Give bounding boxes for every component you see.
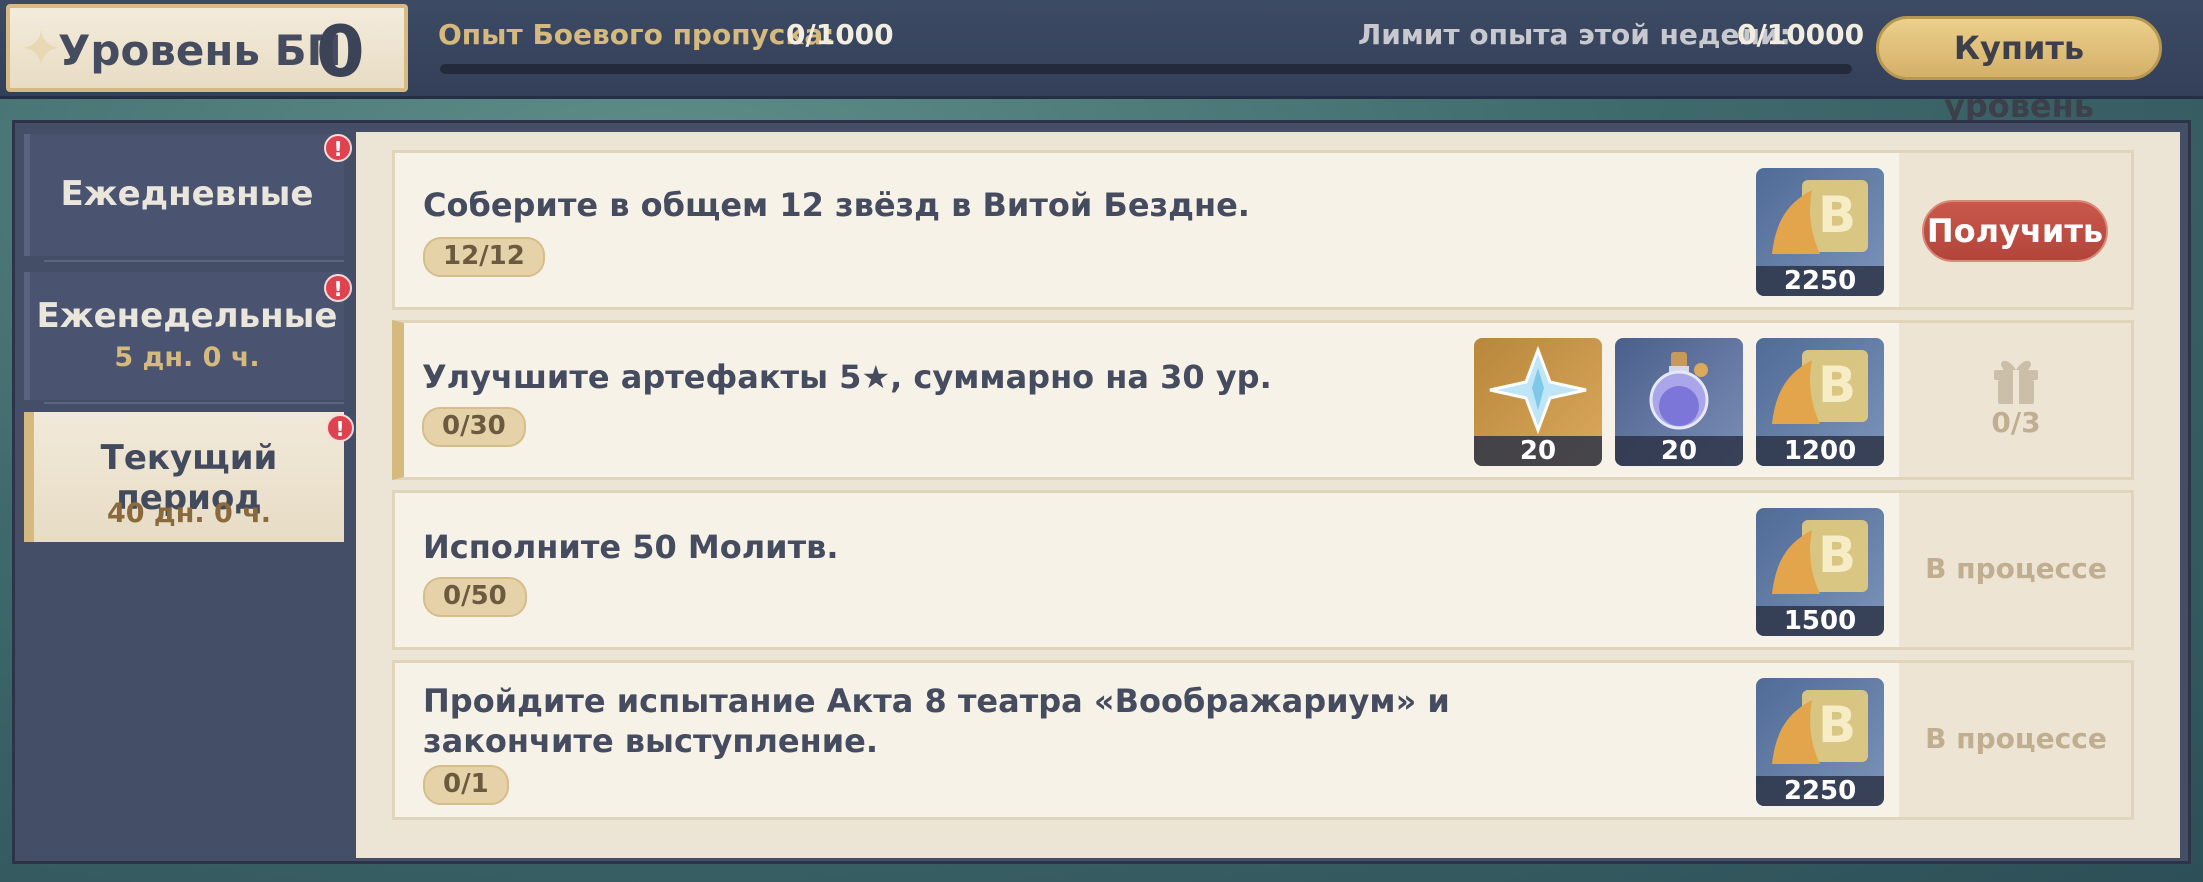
bp-level-value: 0 <box>316 11 365 93</box>
claim-button[interactable]: Получить <box>1922 200 2108 262</box>
primogem-icon[interactable]: 20 <box>1474 338 1602 466</box>
weekly-limit-label: Лимит опыта этой недели: <box>1358 18 1791 51</box>
quest-status: В процессе <box>1925 552 2107 585</box>
tab-current-period[interactable]: Текущий период 40 дн. 0 ч. <box>24 412 344 542</box>
current-period-alert-icon: ! <box>326 414 354 442</box>
quest-description: Соберите в общем 12 звёзд в Витой Бездне… <box>423 186 1250 224</box>
tab-weekly-timer: 5 дн. 0 ч. <box>114 342 260 373</box>
daily-alert-icon: ! <box>324 134 352 162</box>
quest-progress-badge: 12/12 <box>423 237 545 277</box>
reward-count: 20 <box>1615 436 1743 466</box>
reward-count: 2250 <box>1756 266 1884 296</box>
quest-status: В процессе <box>1925 722 2107 755</box>
tab-current-timer: 40 дн. 0 ч. <box>106 498 272 529</box>
weekly-alert-icon: ! <box>324 274 352 302</box>
bp-exp-icon-art: B <box>1772 180 1868 254</box>
svg-text:B: B <box>1818 186 1856 244</box>
quest-progress-badge: 0/50 <box>423 577 527 617</box>
reward-count: 1200 <box>1756 436 1884 466</box>
primogem-icon-art <box>1489 345 1587 435</box>
bp-exp-value: 0/1000 <box>786 18 894 51</box>
svg-text:B: B <box>1818 526 1856 584</box>
tab-divider <box>44 402 344 404</box>
gift-box-icon <box>1986 350 2046 406</box>
tab-divider <box>44 260 344 262</box>
weekly-limit-value: 0/10000 <box>1737 18 1865 51</box>
svg-text:B: B <box>1818 696 1856 754</box>
bp-exp-icon-art: B <box>1772 350 1868 424</box>
tab-weekly-title: Еженедельные <box>36 296 338 336</box>
svg-text:B: B <box>1818 356 1856 414</box>
bp-exp-icon-art: B <box>1772 690 1868 764</box>
bp-exp-icon[interactable]: B 1200 <box>1756 338 1884 466</box>
reward-count: 20 <box>1474 436 1602 466</box>
buy-level-button[interactable]: Купить уровень <box>1876 16 2162 125</box>
top-bar: ✦ Уровень БП 0 Опыт Боевого пропуска: 0/… <box>0 0 2203 125</box>
tab-weekly[interactable]: Еженедельные 5 дн. 0 ч. <box>24 272 344 400</box>
bp-level-label: Уровень БП <box>58 26 342 75</box>
bp-exp-progress-bar <box>440 64 1852 74</box>
quest-progress-badge: 0/1 <box>423 765 509 805</box>
bp-exp-icon[interactable]: B 1500 <box>1756 508 1884 636</box>
fragile-resin-icon[interactable]: 20 <box>1615 338 1743 466</box>
bp-exp-icon[interactable]: B 2250 <box>1756 678 1884 806</box>
reward-claim-progress: 0/3 <box>1991 406 2041 439</box>
reward-count: 2250 <box>1756 776 1884 806</box>
tab-daily[interactable]: Ежедневные <box>24 134 344 256</box>
quest-description: Исполните 50 Молитв. <box>423 528 839 566</box>
tab-daily-title: Ежедневные <box>60 174 314 214</box>
bp-exp-label: Опыт Боевого пропуска: <box>438 18 835 51</box>
reward-count: 1500 <box>1756 606 1884 636</box>
bp-level-box: ✦ Уровень БП 0 <box>6 4 408 92</box>
quest-description: Пройдите испытание Акта 8 театра «Вообра… <box>423 682 1450 760</box>
quest-progress-badge: 0/30 <box>422 407 526 447</box>
fragile-resin-icon-art <box>1649 352 1709 430</box>
bp-exp-icon[interactable]: B 2250 <box>1756 168 1884 296</box>
quest-description: Улучшите артефакты 5★, суммарно на 30 ур… <box>422 358 1272 396</box>
bp-exp-icon-art: B <box>1772 520 1868 594</box>
